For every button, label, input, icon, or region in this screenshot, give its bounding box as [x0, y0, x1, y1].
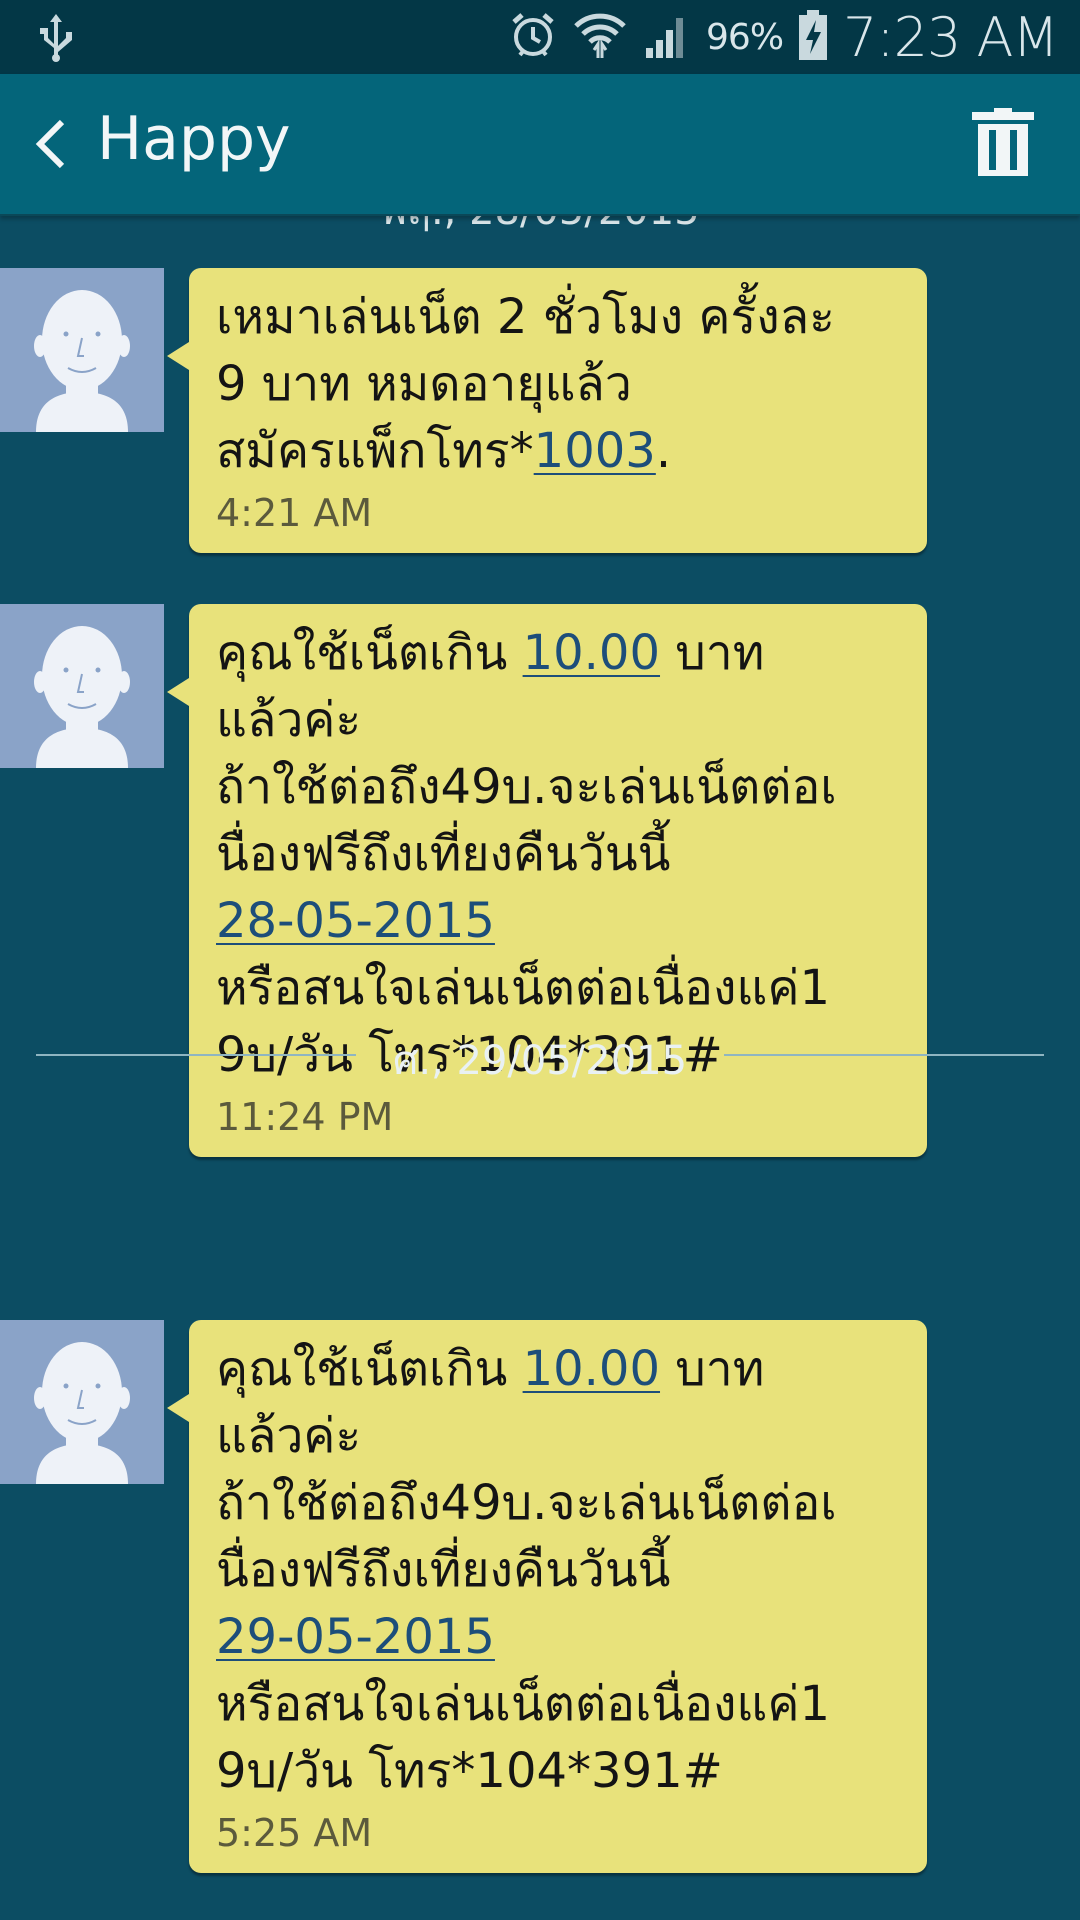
message-thread[interactable]: พฤ., 28/05/2015 เหมาเล่นเน็ต 2 ชั่วโมง ค…: [0, 216, 1080, 1920]
date-separator-partial: พฤ., 28/05/2015: [0, 216, 1080, 242]
signal-icon: [642, 10, 692, 64]
message-time: 5:25 AM: [216, 1811, 373, 1855]
message-text: เหมาเล่นเน็ต 2 ชั่วโมง ครั้งละ 9 บาท หมด…: [216, 289, 835, 479]
action-bar: Happy: [0, 74, 1080, 216]
message-bubble[interactable]: คุณใช้เน็ตเกิน 10.00 บาท แล้วค่ะ ถ้าใช้ต…: [167, 1320, 927, 1873]
wifi-icon: [572, 10, 628, 64]
battery-charging-icon: [797, 8, 829, 66]
contact-avatar-icon: [0, 268, 164, 432]
message-time: 4:21 AM: [216, 491, 373, 535]
contact-avatar-icon: [0, 604, 164, 768]
usb-icon: [36, 12, 76, 66]
message-text: คุณใช้เน็ตเกิน 10.00 บาท แล้วค่ะ ถ้าใช้ต…: [216, 625, 837, 1083]
number-link[interactable]: 10.00: [523, 1341, 660, 1397]
message-text: คุณใช้เน็ตเกิน 10.00 บาท แล้วค่ะ ถ้าใช้ต…: [216, 1341, 837, 1799]
avatar[interactable]: [0, 1320, 164, 1484]
trash-icon: [972, 108, 1034, 176]
status-bar: 96% 7:23 AM: [0, 0, 1080, 74]
message-time: 11:24 PM: [216, 1095, 394, 1139]
status-clock: 7:23 AM: [843, 5, 1059, 69]
back-button[interactable]: [20, 114, 80, 174]
battery-percent: 96%: [706, 16, 784, 58]
message-bubble[interactable]: เหมาเล่นเน็ต 2 ชั่วโมง ครั้งละ 9 บาท หมด…: [167, 268, 927, 553]
date-link[interactable]: 29-05-2015: [216, 1609, 495, 1665]
date-link[interactable]: 28-05-2015: [216, 893, 495, 949]
chevron-left-icon: [35, 119, 65, 169]
number-link[interactable]: 10.00: [523, 625, 660, 681]
delete-button[interactable]: [970, 108, 1036, 180]
alarm-icon: [508, 10, 558, 64]
phone-link[interactable]: 1003: [534, 423, 656, 479]
conversation-title[interactable]: Happy: [97, 104, 291, 174]
avatar[interactable]: [0, 604, 164, 768]
date-separator-label: ศ., 29/05/2015: [392, 1038, 688, 1084]
contact-avatar-icon: [0, 1320, 164, 1484]
date-separator: ศ., 29/05/2015: [36, 1024, 1044, 1084]
avatar[interactable]: [0, 268, 164, 432]
